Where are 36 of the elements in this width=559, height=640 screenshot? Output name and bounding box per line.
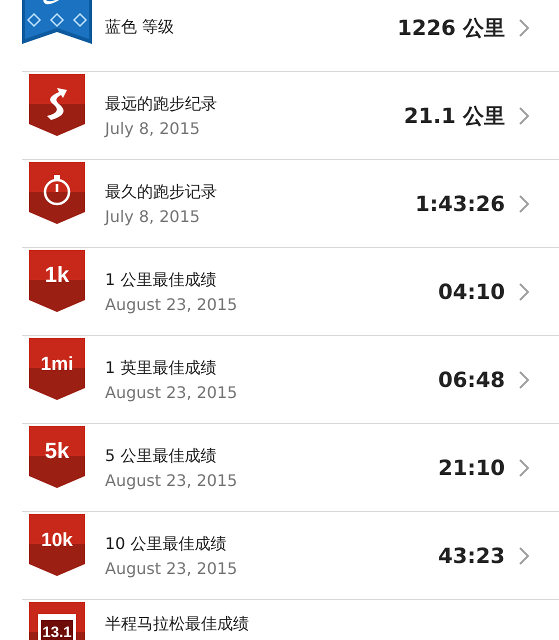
chevron-right-icon[interactable] — [519, 18, 529, 36]
record-title: 1 英里最佳成绩 — [105, 358, 218, 378]
record-value: 1226 公里 — [397, 14, 505, 42]
record-date: July 8, 2015 — [105, 206, 201, 226]
record-value: 43:23 — [438, 544, 505, 568]
record-date: August 23, 2015 — [105, 558, 238, 578]
chevron-right-icon[interactable] — [519, 546, 529, 564]
record-value: 21.1 公里 — [404, 102, 505, 130]
record-title: 最久的跑步记录 — [105, 182, 218, 202]
record-title: 蓝色 等级 — [105, 17, 176, 38]
record-value: 04:10 — [438, 280, 505, 304]
record-value: 1:43:26 — [415, 192, 505, 216]
chevron-right-icon[interactable] — [519, 106, 529, 124]
chevron-right-icon[interactable] — [519, 194, 529, 212]
ribbon-badge — [29, 162, 85, 226]
record-value: 21:10 — [438, 456, 505, 480]
ribbon-badge: 10k — [29, 514, 85, 578]
record-title: 10 公里最佳成绩 — [105, 534, 228, 554]
record-date: July 8, 2015 — [105, 118, 201, 138]
ribbon-badge — [22, 0, 92, 44]
record-title: 5 公里最佳成绩 — [105, 446, 218, 466]
ribbon-badge — [29, 74, 85, 138]
record-date: August 23, 2015 — [105, 382, 238, 402]
record-value: 06:48 — [438, 368, 505, 392]
record-title: 1 公里最佳成绩 — [105, 270, 218, 290]
record-date: August 23, 2015 — [105, 294, 238, 314]
ribbon-badge: 13.1 — [29, 602, 85, 640]
ribbon-badge: 1k — [29, 250, 85, 314]
chevron-right-icon[interactable] — [519, 458, 529, 476]
record-title: 半程马拉松最佳成绩 — [105, 614, 250, 635]
chevron-right-icon[interactable] — [519, 370, 529, 388]
record-title: 最远的跑步纪录 — [105, 94, 218, 114]
ribbon-badge: 5k — [29, 426, 85, 490]
ribbon-badge: 1mi — [29, 338, 85, 402]
record-date: August 23, 2015 — [105, 470, 238, 490]
chevron-right-icon[interactable] — [519, 282, 529, 300]
